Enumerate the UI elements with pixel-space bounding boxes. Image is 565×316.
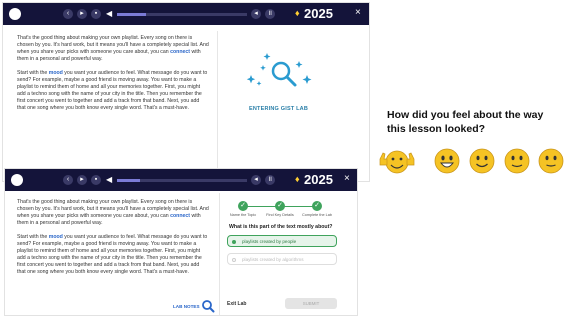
play-button[interactable]: ▸ (77, 175, 87, 185)
previous-button[interactable]: ◂ (251, 175, 261, 185)
panel-divider (219, 193, 220, 315)
para-text: Start with the (17, 70, 49, 76)
vocab-link-connect[interactable]: connect (170, 49, 190, 55)
speaker-icon[interactable]: ◀ (106, 175, 112, 184)
reading-passage: That's the good thing about making your … (17, 35, 209, 119)
option-label: playlists created by people (242, 239, 297, 244)
neutral-face-icon[interactable] (503, 147, 531, 175)
lab-notes-button[interactable]: LAB NOTES (173, 304, 200, 309)
grinning-face-icon[interactable] (433, 147, 461, 175)
progress-fill (117, 13, 146, 16)
lesson-panel-bottom: ‹ ▸ ▪ ◀ ◂ ॥ ♦ 2025 × That's the good thi… (4, 168, 358, 316)
speaker-icon[interactable]: ◀ (106, 9, 112, 18)
step-3-check-icon: ✓ (312, 201, 322, 211)
panel-divider (217, 31, 218, 175)
radio-empty-icon (232, 258, 236, 262)
option-label: playlists created by algorithms (242, 257, 304, 262)
lesson-panel-top: ‹ ▸ ▪ ◀ ◂ ॥ ♦ 2025 × That's the good thi… (2, 2, 370, 182)
pause-button[interactable]: ॥ (265, 9, 275, 19)
paragraph-1: That's the good thing about making your … (17, 199, 209, 227)
exit-lab-button[interactable]: Exit Lab (227, 301, 246, 307)
vocab-link-connect[interactable]: connect (170, 213, 190, 219)
rewind-button[interactable]: ‹ (63, 175, 73, 185)
question-text: What is this part of the text mostly abo… (229, 224, 333, 230)
rewind-button[interactable]: ‹ (63, 9, 73, 19)
submit-button[interactable]: SUBMIT (285, 298, 337, 309)
lab-notes-search-icon[interactable] (201, 299, 215, 313)
captions-button[interactable]: ▪ (91, 175, 101, 185)
paragraph-1: That's the good thing about making your … (17, 35, 209, 63)
vocab-link-mood[interactable]: mood (49, 234, 63, 240)
smiling-face-icon[interactable] (468, 147, 496, 175)
survey-question: How did you feel about the way this less… (387, 109, 544, 135)
step-2-check-icon: ✓ (275, 201, 285, 211)
captions-button[interactable]: ▪ (91, 9, 101, 19)
thumbs-up-face-icon[interactable] (377, 145, 417, 177)
score-value: 2025 (304, 6, 333, 21)
gist-lab-magnifier-icon (246, 53, 312, 87)
step-2-label: Find Key Details (266, 213, 294, 217)
paragraph-2: Start with the mood you want your audien… (17, 234, 209, 276)
radio-selected-icon (232, 240, 236, 244)
para-text: Start with the (17, 234, 49, 240)
app-logo (9, 8, 21, 20)
para-text: you want your audience to feel. What mes… (17, 70, 208, 111)
answer-option-2[interactable]: playlists created by algorithms (227, 253, 337, 265)
para-text: you want your audience to feel. What mes… (17, 234, 208, 275)
play-button[interactable]: ▸ (77, 9, 87, 19)
close-button[interactable]: × (344, 173, 350, 184)
progress-fill (117, 179, 141, 182)
score-value: 2025 (304, 172, 333, 187)
answer-option-1[interactable]: playlists created by people (227, 235, 337, 247)
progress-track[interactable] (117, 179, 247, 182)
bottom-navbar: ‹ ▸ ▪ ◀ ◂ ॥ ♦ 2025 × (5, 169, 357, 191)
entering-gist-lab-label: ENTERING GIST LAB (249, 106, 309, 112)
progress-track[interactable] (117, 13, 247, 16)
pause-button[interactable]: ॥ (265, 175, 275, 185)
close-button[interactable]: × (355, 7, 361, 18)
step-1-check-icon: ✓ (238, 201, 248, 211)
previous-button[interactable]: ◂ (251, 9, 261, 19)
paragraph-2: Start with the mood you want your audien… (17, 70, 209, 112)
flame-icon: ♦ (295, 174, 300, 184)
step-3-label: Complete the Lab (302, 213, 332, 217)
slight-smile-face-icon[interactable] (537, 147, 565, 175)
flame-icon: ♦ (295, 8, 300, 18)
app-logo (11, 174, 23, 186)
reading-passage: That's the good thing about making your … (17, 199, 209, 283)
step-1-label: Name the Topic (229, 213, 257, 217)
top-navbar: ‹ ▸ ▪ ◀ ◂ ॥ ♦ 2025 × (3, 3, 369, 25)
vocab-link-mood[interactable]: mood (49, 70, 63, 76)
